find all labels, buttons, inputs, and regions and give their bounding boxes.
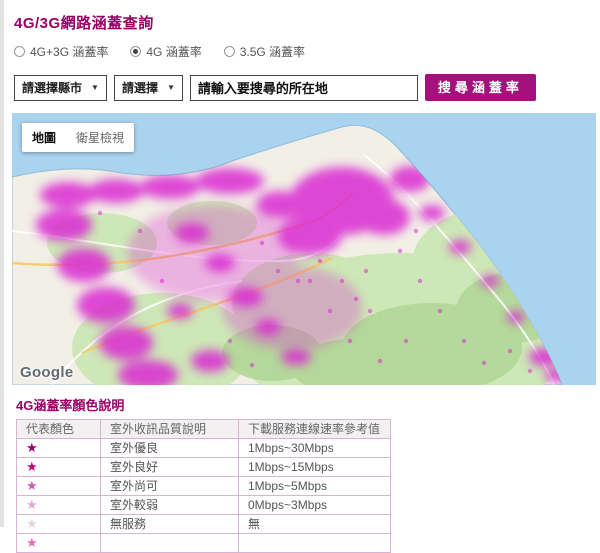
- legend-header-row: 代表顏色 室外收訊品質說明 下載服務連線速率參考值: [16, 419, 391, 439]
- legend-table: 代表顏色 室外收訊品質說明 下載服務連線速率參考值 ★ 室外優良 1Mbps~3…: [16, 419, 391, 553]
- speed-cell: 無: [238, 514, 391, 534]
- chevron-down-icon: ▼: [166, 83, 175, 92]
- star-icon: ★: [26, 440, 38, 455]
- quality-cell: 室外較弱: [100, 495, 239, 515]
- quality-cell: 室外良好: [100, 457, 239, 477]
- legend-row: ★ 室外尚可 1Mbps~5Mbps: [16, 476, 391, 496]
- radio-unchecked-icon: [223, 46, 235, 57]
- radio-label: 3.5G 涵蓋率: [239, 45, 306, 59]
- legend-row: ★ 室外較弱 0Mbps~3Mbps: [16, 495, 391, 515]
- legend-row-partial: ★: [16, 533, 391, 553]
- header-quality: 室外收訊品質說明: [100, 419, 239, 439]
- coverage-map: 地圖 衛星檢視 Google: [12, 113, 596, 385]
- city-select[interactable]: 請選擇縣市 ▼: [14, 74, 107, 101]
- radio-label: 4G+3G 涵蓋率: [30, 45, 109, 59]
- district-select[interactable]: 請選擇 ▼: [113, 74, 183, 101]
- map-canvas[interactable]: [12, 113, 596, 385]
- location-search-input[interactable]: [189, 74, 418, 101]
- speed-cell: 1Mbps~15Mbps: [238, 457, 391, 477]
- map-type-controls: 地圖 衛星檢視: [22, 123, 135, 152]
- district-select-label: 請選擇: [121, 81, 158, 95]
- legend-row: ★ 無服務 無: [16, 514, 391, 534]
- header-color: 代表顏色: [16, 419, 101, 439]
- coverage-query-page: 4G/3G網路涵蓋查詢 4G+3G 涵蓋率 4G 涵蓋率 3.5G 涵蓋率 請選…: [4, 0, 600, 553]
- google-logo[interactable]: Google: [20, 364, 73, 381]
- quality-cell: [100, 533, 239, 553]
- chevron-down-icon: ▼: [91, 83, 99, 92]
- map-view-button[interactable]: 地圖: [22, 123, 66, 152]
- star-icon: ★: [26, 535, 38, 550]
- search-controls: 請選擇縣市 ▼ 請選擇 ▼ 搜尋涵蓋率: [14, 74, 592, 101]
- search-coverage-button[interactable]: 搜尋涵蓋率: [424, 74, 536, 101]
- radio-unchecked-icon: [14, 46, 25, 57]
- star-icon: ★: [26, 497, 38, 512]
- star-icon: ★: [26, 459, 38, 474]
- city-select-label: 請選擇縣市: [22, 81, 83, 95]
- speed-cell: [238, 533, 391, 553]
- satellite-view-button[interactable]: 衛星檢視: [66, 123, 134, 152]
- speed-cell: 1Mbps~30Mbps: [238, 438, 391, 458]
- legend-title: 4G涵蓋率顏色說明: [16, 398, 125, 413]
- legend-row: ★ 室外良好 1Mbps~15Mbps: [16, 457, 391, 477]
- quality-cell: 室外尚可: [100, 476, 239, 496]
- radio-35g-coverage[interactable]: 3.5G 涵蓋率: [223, 43, 306, 60]
- quality-cell: 室外優良: [100, 438, 239, 458]
- header-speed: 下載服務連線速率參考值: [238, 419, 391, 439]
- radio-label: 4G 涵蓋率: [146, 45, 202, 59]
- coverage-legend: 4G涵蓋率顏色說明 代表顏色 室外收訊品質說明 下載服務連線速率參考值 ★ 室外…: [12, 395, 592, 553]
- star-icon: ★: [26, 478, 38, 493]
- legend-row: ★ 室外優良 1Mbps~30Mbps: [16, 438, 391, 458]
- speed-cell: 0Mbps~3Mbps: [238, 495, 391, 515]
- coverage-type-options: 4G+3G 涵蓋率 4G 涵蓋率 3.5G 涵蓋率: [14, 43, 592, 60]
- star-icon: ★: [26, 516, 38, 531]
- speed-cell: 1Mbps~5Mbps: [238, 476, 391, 496]
- radio-4g3g-coverage[interactable]: 4G+3G 涵蓋率: [14, 43, 108, 60]
- page-title: 4G/3G網路涵蓋查詢: [14, 15, 154, 32]
- quality-cell: 無服務: [100, 514, 239, 534]
- radio-checked-icon: [130, 46, 142, 57]
- radio-4g-coverage[interactable]: 4G 涵蓋率: [130, 43, 202, 60]
